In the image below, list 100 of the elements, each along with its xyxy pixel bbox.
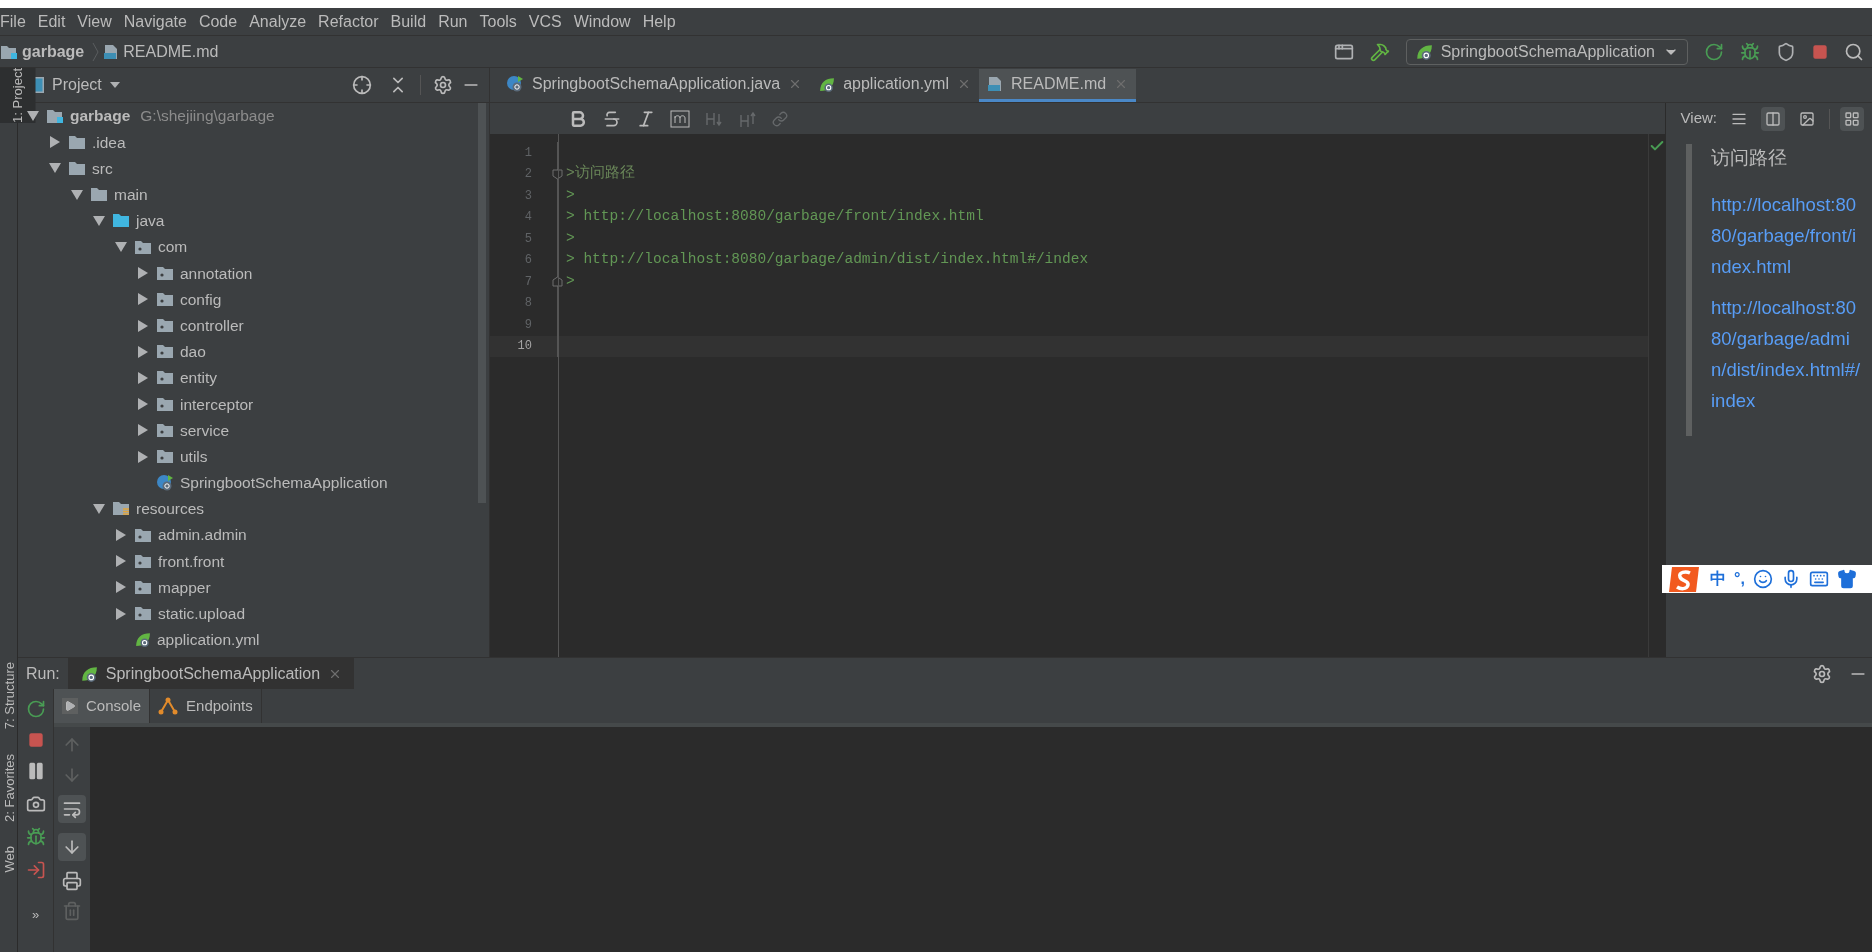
expand-arrow-icon[interactable] xyxy=(138,398,148,411)
fold-marker-icon[interactable] xyxy=(552,168,563,180)
ime-logo-icon[interactable] xyxy=(1668,564,1702,594)
tool-window-tab[interactable]: 7: Structure xyxy=(0,662,17,730)
menu-item[interactable]: Edit xyxy=(31,9,72,34)
collapse-arrow-icon[interactable] xyxy=(93,215,105,226)
menu-item[interactable]: Window xyxy=(567,9,637,34)
editor-tab[interactable]: SpringbootSchemaApplication.java xyxy=(498,69,811,102)
project-view-dropdown[interactable]: Project xyxy=(52,73,120,97)
run-subtab[interactable]: Console xyxy=(54,689,151,723)
preview-link[interactable]: http://localhost:8080/garbage/front/index.html xyxy=(1711,188,1861,282)
expand-arrow-icon[interactable] xyxy=(116,555,126,568)
coverage-icon[interactable] xyxy=(1776,41,1796,62)
expand-arrow-icon[interactable] xyxy=(138,293,148,306)
editor-tab[interactable]: README.md xyxy=(979,69,1137,102)
expand-arrow-icon[interactable] xyxy=(116,607,126,620)
menu-item[interactable]: Build xyxy=(384,9,433,34)
menu-item[interactable]: Tools xyxy=(473,9,523,34)
scroll-to-end-icon[interactable] xyxy=(58,833,86,861)
tree-item[interactable]: interceptor xyxy=(180,392,254,416)
menu-item[interactable]: Help xyxy=(636,9,682,34)
locate-icon[interactable] xyxy=(352,75,372,95)
fold-marker-icon[interactable] xyxy=(552,276,563,288)
split-view-button[interactable] xyxy=(1761,106,1785,131)
stop-icon[interactable] xyxy=(27,732,44,748)
collapse-arrow-icon[interactable] xyxy=(71,189,83,200)
expand-arrow-icon[interactable] xyxy=(138,424,148,437)
menu-item[interactable]: Navigate xyxy=(117,9,193,34)
collapse-arrow-icon[interactable] xyxy=(93,503,105,514)
breadcrumb-item[interactable]: README.md xyxy=(123,39,219,64)
tree-item[interactable]: garbage xyxy=(70,104,131,128)
menu-item[interactable]: Code xyxy=(192,9,244,34)
tool-window-tab[interactable]: 1: Project xyxy=(0,68,36,123)
menu-item[interactable]: File xyxy=(0,9,32,34)
build-hammer-icon[interactable] xyxy=(1369,41,1390,62)
code-span-icon[interactable] xyxy=(670,109,690,128)
scroll-sync-button[interactable] xyxy=(1840,106,1864,131)
settings-icon[interactable] xyxy=(1812,663,1832,684)
exit-icon[interactable] xyxy=(25,860,46,880)
tree-item[interactable]: config xyxy=(180,287,222,312)
debug-bug-icon[interactable] xyxy=(1740,41,1760,62)
tool-window-tab[interactable]: Web xyxy=(0,845,17,872)
emoji-icon[interactable] xyxy=(1752,569,1773,589)
editor-tab[interactable]: application.yml xyxy=(810,69,979,102)
menu-item[interactable]: Run xyxy=(432,9,474,34)
tree-item[interactable]: front.front xyxy=(158,549,225,573)
debug-bug-icon[interactable] xyxy=(25,827,46,847)
expand-arrow-icon[interactable] xyxy=(138,319,148,332)
run-configuration-dropdown[interactable]: SpringbootSchemaApplication xyxy=(1405,38,1688,65)
tree-item[interactable]: resources xyxy=(136,497,205,521)
stop-icon[interactable] xyxy=(1812,43,1828,60)
tree-item[interactable]: java xyxy=(136,209,165,233)
tree-item[interactable]: static.upload xyxy=(158,602,246,626)
menu-item[interactable]: View xyxy=(71,9,118,34)
tree-item[interactable]: service xyxy=(180,418,230,442)
expand-arrow-icon[interactable] xyxy=(138,345,148,358)
print-icon[interactable] xyxy=(62,871,82,891)
menu-item[interactable]: Refactor xyxy=(312,9,385,34)
run-subtab[interactable]: Endpoints xyxy=(150,689,262,723)
tree-item[interactable]: SpringbootSchemaApplication xyxy=(180,471,388,495)
scrollbar[interactable] xyxy=(478,103,486,503)
rerun-icon[interactable] xyxy=(1704,41,1724,62)
expand-arrow-icon[interactable] xyxy=(116,529,126,542)
ime-punctuation[interactable]: °, xyxy=(1734,567,1745,591)
ime-mode[interactable]: 中 xyxy=(1710,567,1726,591)
tool-window-tab[interactable]: 2: Favorites xyxy=(0,753,17,822)
expand-arrow-icon[interactable] xyxy=(138,371,148,384)
skin-shirt-icon[interactable] xyxy=(1836,569,1857,589)
expand-arrow-icon[interactable] xyxy=(138,450,148,463)
tree-item[interactable]: .idea xyxy=(92,130,126,154)
run-tab[interactable]: SpringbootSchemaApplication xyxy=(67,658,355,689)
keyboard-icon[interactable] xyxy=(1808,569,1829,589)
tree-item[interactable]: annotation xyxy=(180,261,253,285)
menu-item[interactable]: Analyze xyxy=(243,9,313,34)
menu-item[interactable]: VCS xyxy=(522,9,568,34)
collapse-arrow-icon[interactable] xyxy=(115,242,127,253)
preview-link[interactable]: http://localhost:8080/garbage/admin/dist/index.html#/index xyxy=(1711,291,1861,416)
tree-item[interactable]: src xyxy=(92,156,113,181)
italic-icon[interactable] xyxy=(636,108,656,129)
tree-item[interactable]: dao xyxy=(180,340,206,364)
tree-item[interactable]: main xyxy=(114,183,148,207)
camera-icon[interactable] xyxy=(25,794,46,814)
rerun-icon[interactable] xyxy=(25,699,46,719)
search-icon[interactable] xyxy=(1844,41,1864,62)
collapse-arrow-icon[interactable] xyxy=(27,111,39,122)
more-button[interactable]: » xyxy=(31,905,40,925)
tree-item[interactable]: controller xyxy=(180,313,244,338)
breadcrumb-item[interactable]: garbage xyxy=(22,39,85,64)
tree-item[interactable]: mapper xyxy=(158,575,211,600)
expand-arrow-icon[interactable] xyxy=(138,267,148,280)
tree-item[interactable]: application.yml xyxy=(157,628,260,652)
settings-icon[interactable] xyxy=(433,75,453,95)
expand-arrow-icon[interactable] xyxy=(50,136,60,149)
expand-arrow-icon[interactable] xyxy=(116,581,126,594)
tree-item[interactable]: utils xyxy=(180,444,208,469)
soft-wrap-icon[interactable] xyxy=(58,795,86,823)
tree-item[interactable]: entity xyxy=(180,366,218,390)
tree-item[interactable]: com xyxy=(158,235,188,259)
collapse-arrow-icon[interactable] xyxy=(49,163,61,174)
tree-item[interactable]: admin.admin xyxy=(158,523,247,547)
